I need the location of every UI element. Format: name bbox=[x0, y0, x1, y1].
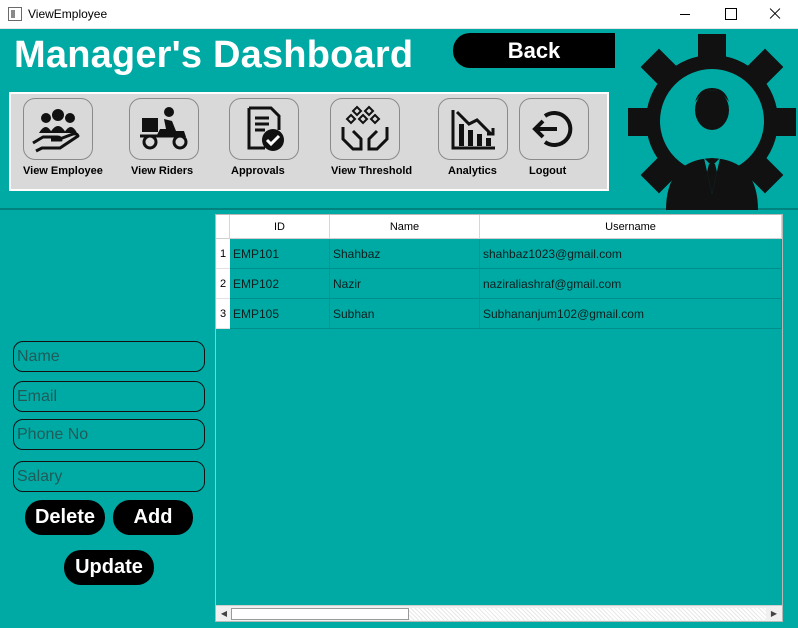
table-header: ID Name Username bbox=[216, 215, 782, 239]
employee-table: ID Name Username 1 EMP101 Shahbaz shahba… bbox=[215, 214, 783, 622]
add-button[interactable]: Add bbox=[113, 500, 193, 535]
scroll-left-icon[interactable]: ◀ bbox=[217, 607, 231, 621]
row-number-header bbox=[216, 215, 230, 239]
nav-view-employee[interactable]: View Employee bbox=[23, 98, 113, 180]
nav-analytics[interactable]: Analytics bbox=[438, 98, 508, 180]
window-title: ViewEmployee bbox=[28, 7, 108, 21]
maximize-icon[interactable] bbox=[707, 0, 753, 29]
table-cell-id[interactable]: EMP102 bbox=[230, 269, 330, 299]
table-cell-id[interactable]: EMP101 bbox=[230, 239, 330, 269]
phone-input[interactable]: Phone No bbox=[13, 419, 205, 450]
window-titlebar: ViewEmployee bbox=[0, 0, 798, 29]
manager-gear-icon bbox=[626, 32, 798, 210]
nav-label: Approvals bbox=[231, 165, 285, 177]
row-number[interactable]: 1 bbox=[216, 239, 230, 269]
nav-view-riders[interactable]: View Riders bbox=[129, 98, 209, 180]
logout-icon bbox=[519, 98, 589, 160]
row-number[interactable]: 2 bbox=[216, 269, 230, 299]
nav-toolbar: View Employee View Riders Approvals View… bbox=[9, 92, 609, 191]
email-input[interactable]: Email bbox=[13, 381, 205, 412]
delivery-rider-icon bbox=[129, 98, 199, 160]
analytics-chart-icon bbox=[438, 98, 508, 160]
name-input[interactable]: Name bbox=[13, 341, 205, 372]
nav-label: View Threshold bbox=[331, 165, 413, 177]
delete-button[interactable]: Delete bbox=[25, 500, 105, 535]
minimize-icon[interactable] bbox=[662, 0, 708, 29]
back-button[interactable]: Back bbox=[453, 33, 615, 68]
column-header-id[interactable]: ID bbox=[230, 215, 330, 239]
close-icon[interactable] bbox=[752, 0, 798, 29]
table-cell-username[interactable]: Subhananjum102@gmail.com bbox=[480, 299, 782, 329]
table-cell-username[interactable]: naziraliashraf@gmail.com bbox=[480, 269, 782, 299]
nav-approvals[interactable]: Approvals bbox=[229, 98, 309, 180]
column-header-username[interactable]: Username bbox=[480, 215, 782, 239]
scroll-thumb[interactable] bbox=[231, 608, 409, 620]
table-cell-name[interactable]: Subhan bbox=[330, 299, 480, 329]
salary-input[interactable]: Salary bbox=[13, 461, 205, 492]
update-button[interactable]: Update bbox=[64, 550, 154, 585]
nav-label: Logout bbox=[529, 165, 567, 177]
threshold-hands-icon bbox=[330, 98, 400, 160]
nav-label: Analytics bbox=[448, 165, 497, 177]
column-header-name[interactable]: Name bbox=[330, 215, 480, 239]
nav-view-threshold[interactable]: View Threshold bbox=[330, 98, 425, 180]
page-title: Manager's Dashboard bbox=[14, 34, 414, 76]
scroll-right-icon[interactable]: ▶ bbox=[767, 607, 781, 621]
table-cell-name[interactable]: Shahbaz bbox=[330, 239, 480, 269]
table-cell-id[interactable]: EMP105 bbox=[230, 299, 330, 329]
approval-document-icon bbox=[229, 98, 299, 160]
table-cell-name[interactable]: Nazir bbox=[330, 269, 480, 299]
app-window-icon bbox=[8, 7, 22, 21]
horizontal-scrollbar[interactable]: ◀ ▶ bbox=[216, 605, 782, 621]
nav-logout[interactable]: Logout bbox=[519, 98, 589, 180]
nav-label: View Riders bbox=[131, 165, 194, 177]
employees-hand-icon bbox=[23, 98, 93, 160]
nav-label: View Employee bbox=[23, 165, 103, 177]
table-cell-username[interactable]: shahbaz1023@gmail.com bbox=[480, 239, 782, 269]
row-number[interactable]: 3 bbox=[216, 299, 230, 329]
